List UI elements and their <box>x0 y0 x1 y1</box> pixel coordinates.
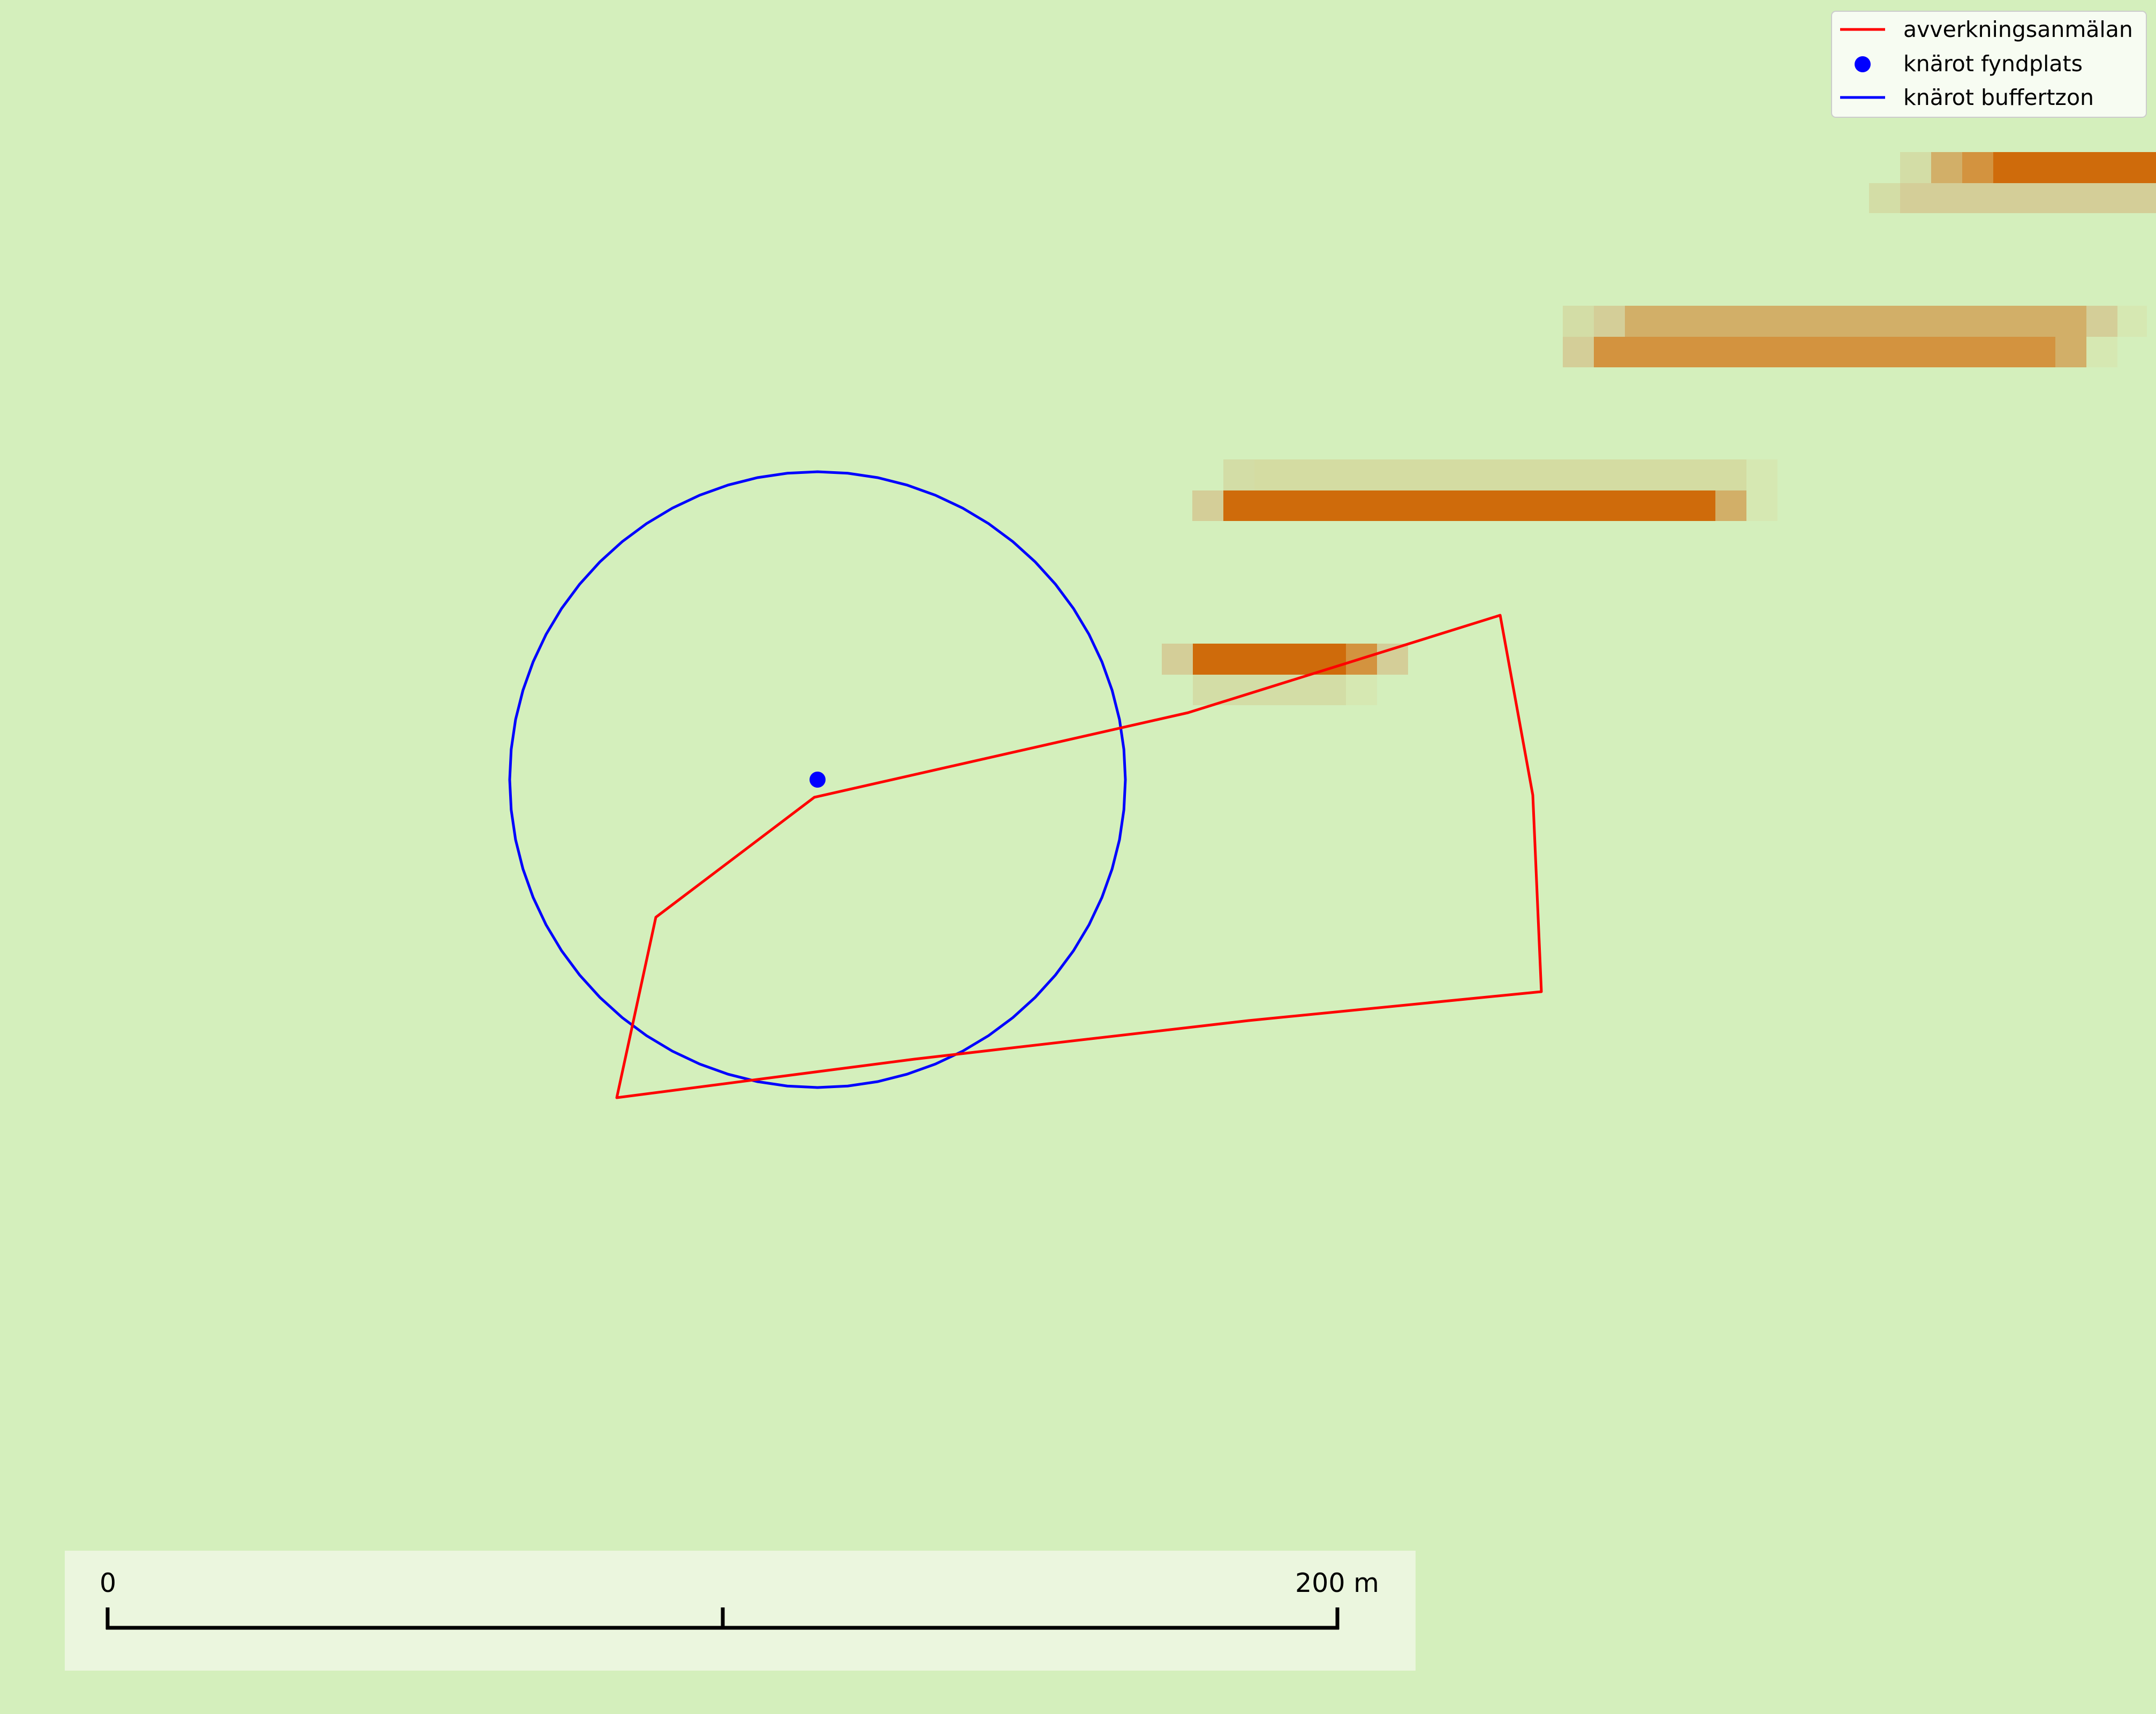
raster-cell <box>1625 306 2086 337</box>
legend-point-symbol <box>1855 56 1871 72</box>
knarot-fyndplats-point[interactable] <box>810 772 826 788</box>
raster-cell <box>1962 152 1993 183</box>
raster-cell <box>1900 152 1931 183</box>
map-background <box>0 0 2156 1714</box>
raster-cell <box>1223 459 1254 490</box>
raster-cell <box>1931 152 1962 183</box>
legend-label: knärot buffertzon <box>1903 85 2094 110</box>
raster-cell <box>1594 337 2055 367</box>
raster-cell <box>1993 152 2156 183</box>
scale-bar-end-label: 200 m <box>1295 1568 1379 1598</box>
raster-cell <box>2086 337 2117 367</box>
raster-cell <box>1594 306 1625 337</box>
scale-bar-start-label: 0 <box>100 1568 116 1598</box>
raster-cell <box>1715 490 1746 521</box>
raster-cell <box>1869 183 1900 213</box>
legend-label: knärot fyndplats <box>1903 51 2083 77</box>
raster-cell <box>1193 675 1346 705</box>
raster-cell <box>1746 459 1777 490</box>
legend-label: avverkningsanmälan <box>1903 17 2133 42</box>
raster-cell <box>1254 459 1746 490</box>
raster-cell <box>1563 306 1594 337</box>
raster-cell <box>1746 490 1777 521</box>
raster-cell <box>2055 337 2086 367</box>
raster-cell <box>1900 183 2156 213</box>
raster-cell <box>1563 337 1594 367</box>
raster-cell <box>1162 644 1193 675</box>
map-canvas[interactable]: avverkningsanmälan knärot fyndplats knär… <box>0 0 2156 1714</box>
raster-cell <box>1346 675 1377 705</box>
scale-bar-background <box>65 1551 1416 1671</box>
raster-cell <box>1192 490 1223 521</box>
legend: avverkningsanmälan knärot fyndplats knär… <box>1831 11 2147 118</box>
scale-bar: 0 200 m <box>65 1551 1416 1671</box>
raster-cell <box>2086 306 2117 337</box>
raster-cell <box>2117 306 2147 337</box>
raster-cell <box>1223 490 1715 521</box>
